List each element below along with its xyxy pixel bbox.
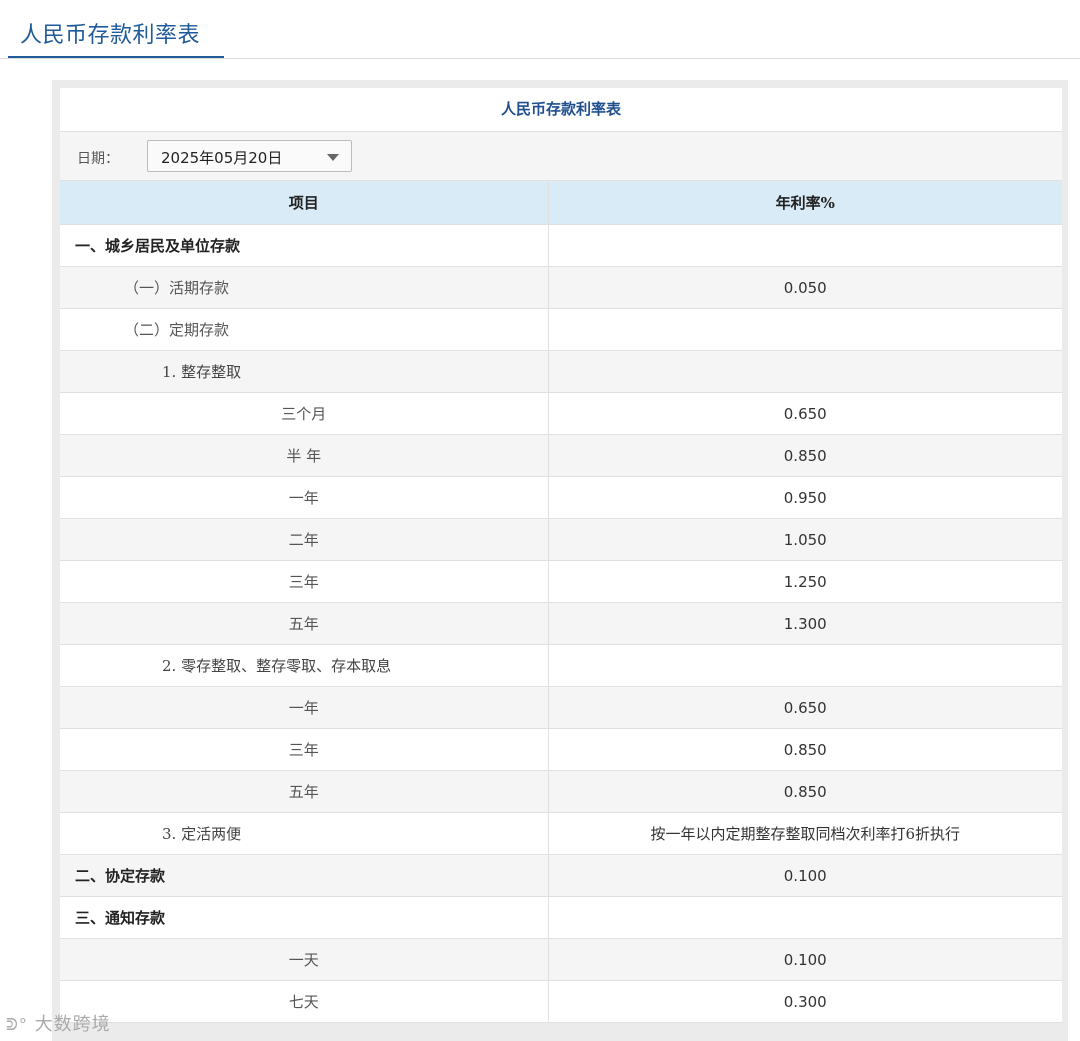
row-rate-value: [548, 350, 1062, 393]
row-rate-value: 0.300: [548, 980, 1062, 1023]
row-item-label: 3. 定活两便: [60, 812, 549, 855]
row-rate-value: 1.250: [548, 560, 1062, 603]
table-row: 三、通知存款: [60, 896, 1062, 939]
row-rate-value: 0.050: [548, 266, 1062, 309]
row-item-label: 三个月: [60, 392, 549, 435]
row-item-label: 一、城乡居民及单位存款: [60, 224, 549, 267]
row-item-label: 五年: [60, 770, 549, 813]
row-rate-value: 0.850: [548, 728, 1062, 771]
date-filter-row: 日期： 2025年05月20日: [60, 132, 1062, 181]
row-item-label: 二、协定存款: [60, 854, 549, 897]
row-rate-value: [548, 308, 1062, 351]
table-row: 一年 0.950: [60, 476, 1062, 519]
table-row: 五年 1.300: [60, 602, 1062, 645]
row-rate-value: 0.950: [548, 476, 1062, 519]
row-rate-value: [548, 644, 1062, 687]
watermark-text: 大数跨境: [34, 1014, 111, 1035]
row-rate-value: 0.650: [548, 686, 1062, 729]
table-row: 二年 1.050: [60, 518, 1062, 561]
row-rate-value: 1.300: [548, 602, 1062, 645]
column-header-item: 项目: [60, 181, 549, 225]
row-item-label: 一年: [60, 476, 549, 519]
rate-table-panel: 人民币存款利率表 日期： 2025年05月20日 项目 年利率% 一、城乡居民及…: [60, 88, 1062, 1023]
row-item-label: 三年: [60, 728, 549, 771]
row-rate-value: 0.850: [548, 434, 1062, 477]
row-rate-value: [548, 896, 1062, 939]
chevron-down-icon[interactable]: [327, 154, 339, 161]
table-row: 五年 0.850: [60, 770, 1062, 813]
table-row: 二、协定存款 0.100: [60, 854, 1062, 897]
row-rate-value: 0.100: [548, 938, 1062, 981]
table-row: （二）定期存款: [60, 308, 1062, 351]
row-item-label: 五年: [60, 602, 549, 645]
table-row: （一）活期存款 0.050: [60, 266, 1062, 309]
date-label: 日期：: [77, 151, 119, 167]
row-item-label: 2. 零存整取、整存零取、存本取息: [60, 644, 549, 687]
row-rate-value: [548, 224, 1062, 267]
row-item-label: 一年: [60, 686, 549, 729]
title-underline: [8, 56, 224, 58]
table-row: 三个月 0.650: [60, 392, 1062, 435]
row-item-label: （二）定期存款: [60, 308, 549, 351]
page-title: 人民币存款利率表: [20, 23, 201, 48]
row-item-label: 三年: [60, 560, 549, 603]
table-row: 三年 1.250: [60, 560, 1062, 603]
row-rate-value: 1.050: [548, 518, 1062, 561]
page-header: 人民币存款利率表: [0, 0, 1080, 59]
table-row: 三年 0.850: [60, 728, 1062, 771]
row-item-label: 一天: [60, 938, 549, 981]
table-body: 一、城乡居民及单位存款 （一）活期存款 0.050 （二）定期存款 1. 整存整取 三个月…: [60, 224, 1062, 1023]
table-caption: 人民币存款利率表: [60, 88, 1062, 132]
weibo-logo-icon: ᕲ°: [6, 1015, 28, 1034]
table-row: 3. 定活两便 按一年以内定期整存整取同档次利率打6折执行: [60, 812, 1062, 855]
table-header-row: 项目 年利率%: [60, 181, 1062, 225]
row-item-label: 半 年: [60, 434, 549, 477]
row-item-label: 1. 整存整取: [60, 350, 549, 393]
watermark: ᕲ° 大数跨境: [6, 1010, 111, 1036]
table-row: 一年 0.650: [60, 686, 1062, 729]
table-row: 七天 0.300: [60, 980, 1062, 1023]
row-rate-value: 0.850: [548, 770, 1062, 813]
column-header-rate: 年利率%: [548, 181, 1062, 225]
row-item-label: 三、通知存款: [60, 896, 549, 939]
table-row: 一天 0.100: [60, 938, 1062, 981]
row-item-label: 二年: [60, 518, 549, 561]
row-item-label: 七天: [60, 980, 549, 1023]
table-row: 一、城乡居民及单位存款: [60, 224, 1062, 267]
rate-table: 项目 年利率% 一、城乡居民及单位存款 （一）活期存款 0.050 （二）定期存款 1.…: [60, 181, 1062, 1023]
row-rate-value: 0.100: [548, 854, 1062, 897]
table-row: 2. 零存整取、整存零取、存本取息: [60, 644, 1062, 687]
row-item-label: （一）活期存款: [60, 266, 549, 309]
row-rate-value: 0.650: [548, 392, 1062, 435]
date-select[interactable]: 2025年05月20日: [147, 140, 352, 172]
table-row: 半 年 0.850: [60, 434, 1062, 477]
date-select-value: 2025年05月20日: [161, 149, 283, 167]
row-rate-value: 按一年以内定期整存整取同档次利率打6折执行: [548, 812, 1062, 855]
table-row: 1. 整存整取: [60, 350, 1062, 393]
